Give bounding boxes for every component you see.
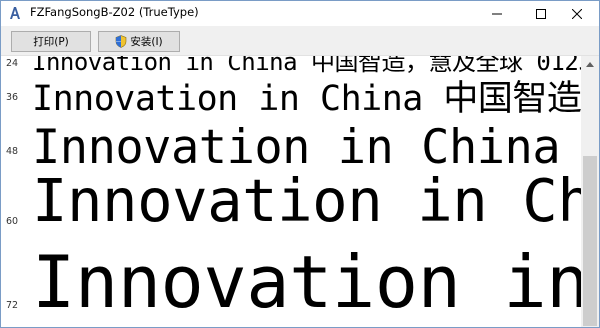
chevron-up-icon bbox=[586, 62, 594, 67]
toolbar: 打印(P) 安装(I) bbox=[1, 26, 599, 56]
scroll-thumb[interactable] bbox=[583, 156, 597, 326]
size-label: 24 bbox=[6, 58, 19, 69]
print-button[interactable]: 打印(P) bbox=[11, 31, 91, 52]
minimize-icon bbox=[492, 13, 502, 14]
sample-text: Innovation in China bbox=[32, 166, 581, 235]
font-file-icon bbox=[10, 7, 20, 19]
scroll-up-button[interactable] bbox=[581, 56, 599, 73]
size-label: 60 bbox=[6, 216, 19, 227]
uac-shield-icon bbox=[116, 35, 127, 48]
minimize-button[interactable] bbox=[475, 1, 519, 26]
maximize-icon bbox=[536, 8, 546, 19]
close-icon bbox=[572, 8, 582, 19]
size-label: 36 bbox=[6, 92, 19, 103]
title-bar[interactable]: FZFangSongB-Z02 (TrueType) bbox=[1, 1, 599, 26]
vertical-scrollbar[interactable] bbox=[581, 56, 599, 327]
close-button[interactable] bbox=[555, 1, 599, 26]
sample-text: Innovation in Ch bbox=[32, 240, 581, 324]
install-button-label: 安装(I) bbox=[130, 36, 163, 48]
window-title: FZFangSongB-Z02 (TrueType) bbox=[30, 5, 199, 19]
font-viewer-window: FZFangSongB-Z02 (TrueType) 打印(P) 安装(I) 2… bbox=[0, 0, 600, 328]
size-label: 48 bbox=[6, 146, 19, 157]
font-preview-area: 24 Innovation in China 中国智造，慧及全球 0123456… bbox=[1, 56, 581, 327]
install-button[interactable]: 安装(I) bbox=[98, 31, 180, 52]
size-label: 72 bbox=[6, 300, 19, 311]
print-button-label: 打印(P) bbox=[33, 36, 69, 48]
